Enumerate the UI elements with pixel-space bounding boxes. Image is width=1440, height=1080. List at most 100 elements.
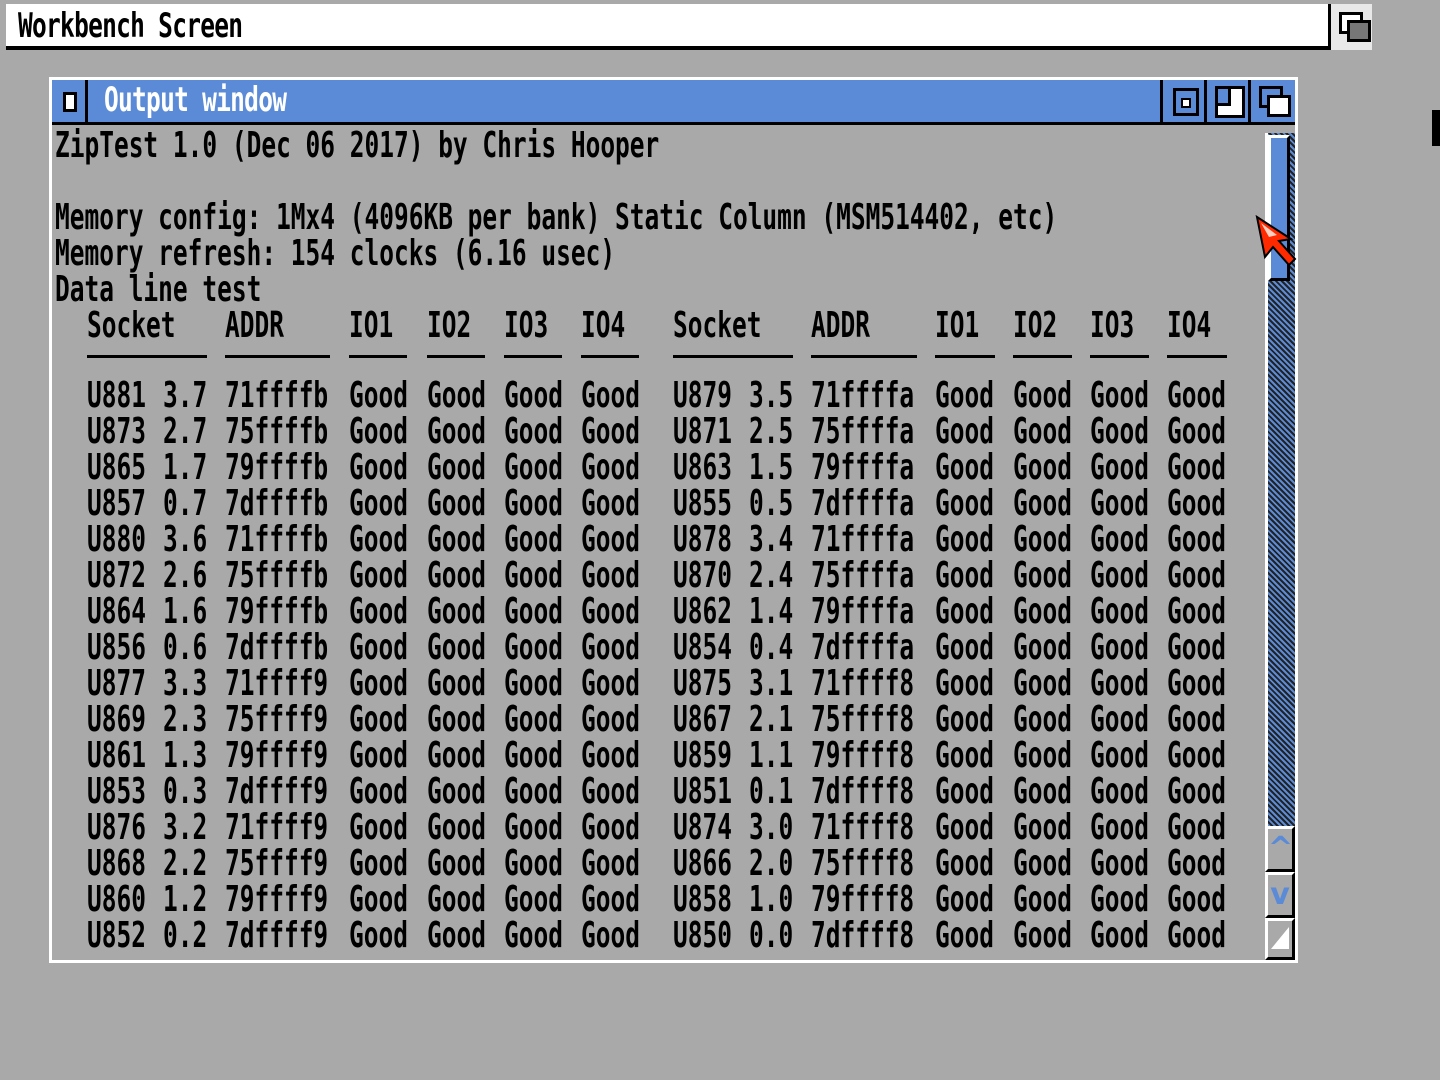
table-cell: 7dffffa [811,627,915,668]
table-cell: 1.2 [163,879,208,920]
table-cell: Good [427,807,486,848]
table-cell: Good [349,735,408,776]
table-cell: 1.6 [163,591,208,632]
scroll-up-button[interactable]: ^ [1265,826,1295,872]
window-title-bar[interactable]: Output window [52,80,1295,125]
table-cell: 3.4 [749,519,794,560]
memory-config-line: Memory config: 1Mx4 (4096KB per bank) St… [55,197,1058,238]
table-cell: 0.2 [163,915,208,956]
table-cell: U878 [673,519,732,560]
table-cell: U854 [673,627,732,668]
table-cell: 79ffff9 [225,735,329,776]
table-cell: Good [1167,519,1226,560]
table-cell: 71ffff9 [225,663,329,704]
separator-line [349,355,407,358]
iconify-button[interactable] [1204,80,1248,122]
table-cell: U868 [87,843,146,884]
test-name-line: Data line test [55,269,262,310]
screen-depth-gadget[interactable] [1328,4,1372,50]
console-output[interactable]: ZipTest 1.0 (Dec 06 2017) by Chris Hoope… [55,125,1263,960]
table-cell: Good [427,375,486,416]
table-cell: Good [349,807,408,848]
depth-button[interactable] [1248,80,1295,122]
table-cell: Good [349,375,408,416]
table-cell: U861 [87,735,146,776]
table-cell: U872 [87,555,146,596]
table-cell: Good [349,555,408,596]
table-cell: Good [504,699,563,740]
table-cell: Good [427,699,486,740]
table-cell: Good [1090,735,1149,776]
close-button[interactable] [52,80,88,122]
table-cell: 75ffffb [225,555,329,596]
table-cell: 2.3 [163,699,208,740]
table-cell: U879 [673,375,732,416]
table-cell: Good [504,879,563,920]
table-cell: Good [581,375,640,416]
table-cell: Good [1167,663,1226,704]
table-cell: Good [1090,807,1149,848]
table-cell: Good [1090,915,1149,956]
separator-line [581,355,639,358]
table-cell: 1.7 [163,447,208,488]
column-header: IO4 [581,305,626,346]
table-cell: Good [581,843,640,884]
table-cell: U862 [673,591,732,632]
separator-line [811,355,917,358]
table-cell: Good [349,699,408,740]
table-cell: Good [1090,375,1149,416]
table-cell: Good [427,843,486,884]
table-cell: 0.1 [749,771,794,812]
table-cell: U850 [673,915,732,956]
column-header: IO2 [427,305,472,346]
scroll-down-button[interactable]: v [1265,872,1295,918]
table-cell: Good [1013,627,1072,668]
column-header: IO3 [504,305,549,346]
table-cell: Good [935,807,994,848]
table-cell: 0.7 [163,483,208,524]
table-cell: 2.1 [749,699,794,740]
table-cell: Good [935,411,994,452]
table-cell: Good [504,411,563,452]
table-cell: Good [1013,663,1072,704]
table-cell: Good [581,411,640,452]
table-cell: U852 [87,915,146,956]
separator-line [673,355,793,358]
table-cell: U880 [87,519,146,560]
table-cell: 3.0 [749,807,794,848]
window-title: Output window [104,80,287,120]
table-cell: Good [349,915,408,956]
output-window[interactable]: Output window ZipTest 1.0 (Dec 06 2017) … [49,77,1298,963]
table-cell: Good [504,915,563,956]
table-cell: U866 [673,843,732,884]
table-cell: Good [1167,807,1226,848]
table-cell: 7dffffb [225,483,329,524]
table-cell: Good [1013,879,1072,920]
table-cell: Good [1167,879,1226,920]
table-cell: 2.7 [163,411,208,452]
table-cell: 2.2 [163,843,208,884]
column-header: IO1 [935,305,980,346]
table-cell: Good [427,447,486,488]
table-cell: Good [1013,735,1072,776]
table-cell: U860 [87,879,146,920]
table-cell: Good [581,519,640,560]
column-header: ADDR [811,305,870,346]
window-size-gadget[interactable] [1265,918,1295,960]
table-cell: Good [581,879,640,920]
table-cell: U876 [87,807,146,848]
table-cell: Good [935,447,994,488]
table-cell: U871 [673,411,732,452]
table-cell: Good [581,591,640,632]
table-cell: 1.0 [749,879,794,920]
table-cell: Good [1167,375,1226,416]
screen-title-bar[interactable]: Workbench Screen [6,4,1372,50]
table-cell: 79ffff8 [811,735,915,776]
zoom-button[interactable] [1160,80,1204,122]
table-cell: Good [504,843,563,884]
table-cell: Good [427,771,486,812]
table-cell: Good [935,699,994,740]
separator-line [935,355,995,358]
table-cell: 79ffff9 [225,879,329,920]
table-cell: 3.2 [163,807,208,848]
